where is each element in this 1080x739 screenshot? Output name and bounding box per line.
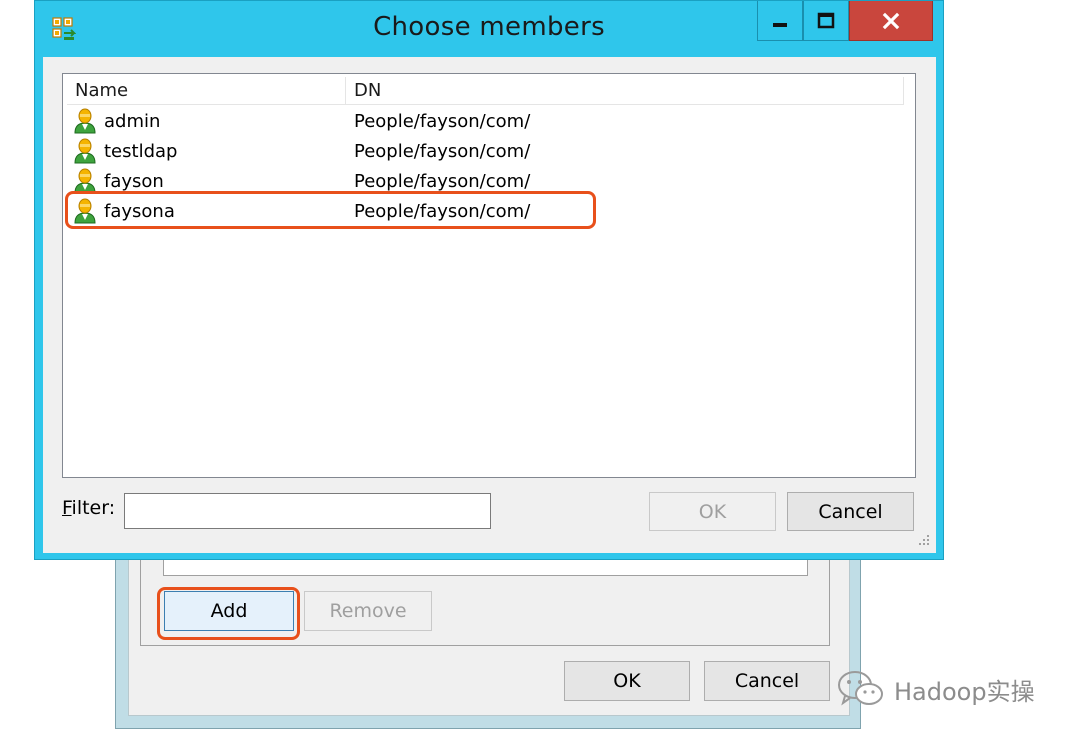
watermark: Hadoop实操 [836,667,1035,711]
resize-grip-icon[interactable] [916,533,930,547]
close-button[interactable] [849,1,933,41]
list-row-faysona[interactable]: faysona People/fayson/com/ [67,196,904,226]
user-icon [74,138,96,164]
background-cancel-button[interactable]: Cancel [704,661,830,701]
user-icon [74,198,96,224]
wechat-icon [838,671,883,706]
background-ok-button[interactable]: OK [564,661,690,701]
dialog-client-area: Name DN admin People/fayson/com/ testlda… [43,57,936,553]
minimize-icon [773,22,787,27]
title-bar[interactable]: Choose members [35,1,943,57]
cancel-button[interactable]: Cancel [787,492,914,531]
cell-name: faysona [67,198,346,224]
cell-name: testldap [67,138,346,164]
close-icon [882,12,900,29]
cell-dn: People/fayson/com/ [354,170,531,192]
add-button[interactable]: Add [164,591,294,631]
cell-name: fayson [67,168,346,194]
list-rows: admin People/fayson/com/ testldap People… [67,106,904,226]
maximize-icon [817,12,835,28]
watermark-text: Hadoop实操 [894,677,1035,706]
filter-label: Filter: [62,497,115,519]
list-header: Name DN [67,77,904,105]
ok-button[interactable]: OK [649,492,776,531]
cell-dn: People/fayson/com/ [354,200,531,222]
filter-label-text: ilter: [71,497,116,519]
choose-members-dialog: Choose members Name DN admin People/fays… [34,0,944,560]
cell-name: admin [67,108,346,134]
column-header-dn[interactable]: DN [346,77,904,105]
list-row-fayson[interactable]: fayson People/fayson/com/ [67,166,904,196]
user-name: fayson [104,170,164,192]
user-icon [74,168,96,194]
members-list-view[interactable]: Name DN admin People/fayson/com/ testlda… [62,73,916,478]
list-row-admin[interactable]: admin People/fayson/com/ [67,106,904,136]
minimize-button[interactable] [757,1,803,41]
user-name: testldap [104,140,178,162]
remove-button[interactable]: Remove [304,591,432,631]
filter-label-accelerator: F [62,497,72,519]
user-name: faysona [104,200,175,222]
filter-input[interactable] [124,493,491,529]
cell-dn: People/fayson/com/ [354,110,531,132]
user-icon [74,108,96,134]
user-name: admin [104,110,161,132]
cell-dn: People/fayson/com/ [354,140,531,162]
column-header-name[interactable]: Name [67,77,346,105]
list-row-testldap[interactable]: testldap People/fayson/com/ [67,136,904,166]
maximize-button[interactable] [803,1,849,41]
